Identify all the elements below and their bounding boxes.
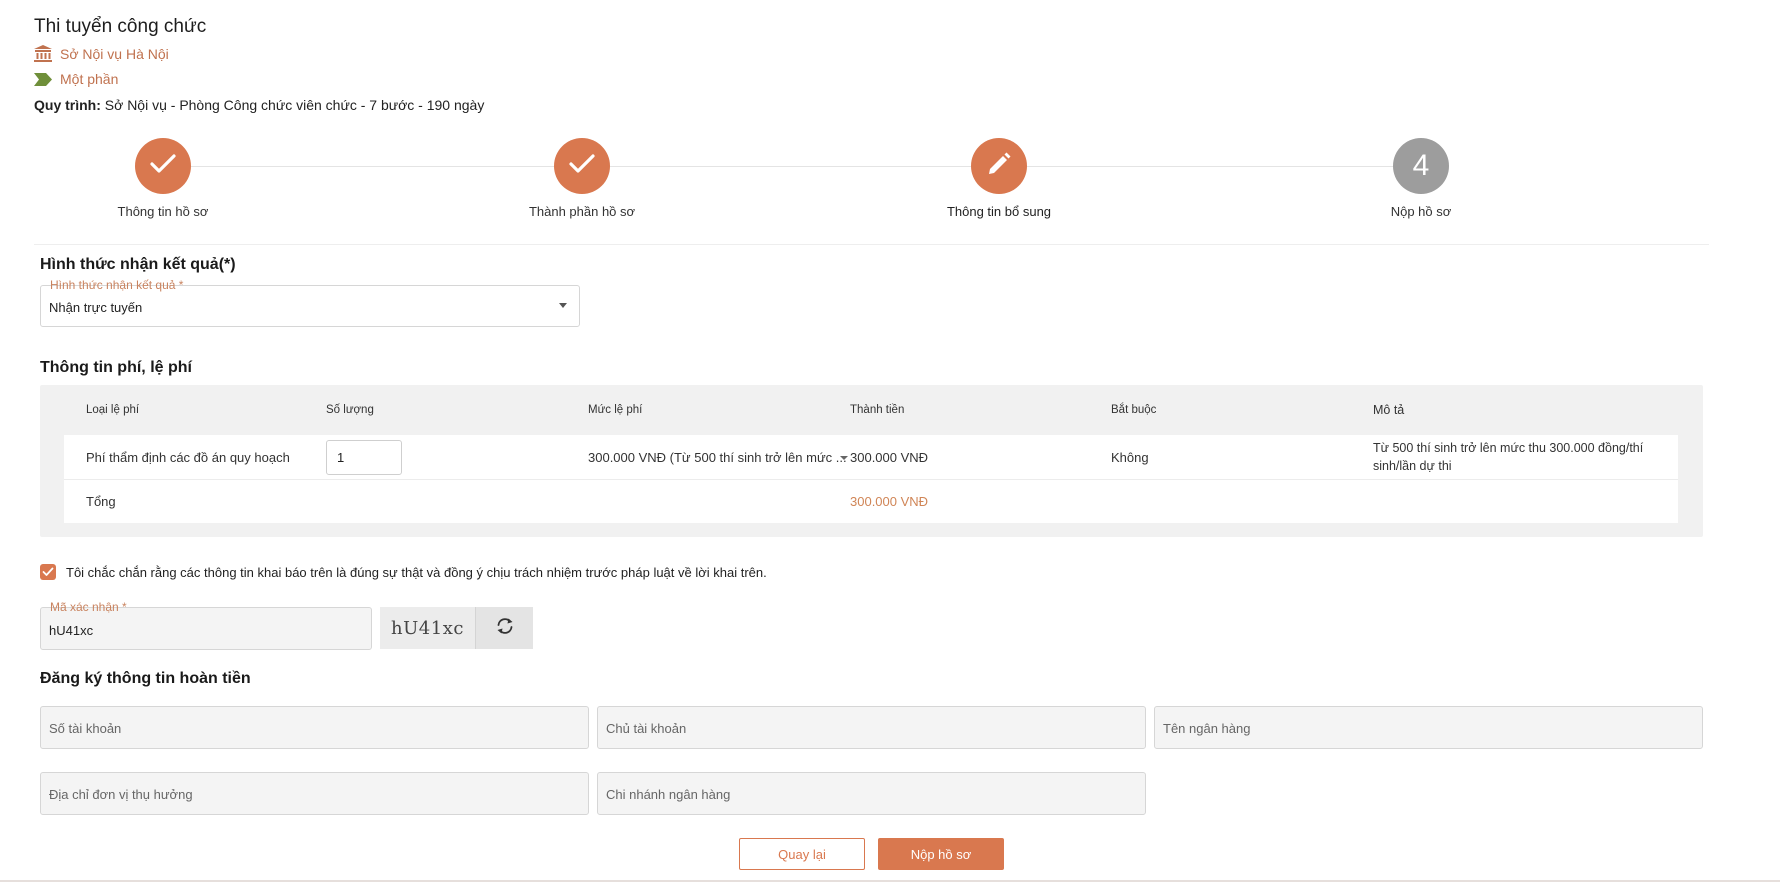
table-row-total: Tổng 300.000 VNĐ <box>64 480 1678 523</box>
total-label: Tổng <box>86 494 116 509</box>
check-icon <box>150 153 176 179</box>
captcha-refresh-button[interactable] <box>475 607 533 649</box>
bank-name-placeholder: Tên ngân hàng <box>1163 721 1251 736</box>
column-header: Bắt buộc <box>1111 404 1157 416</box>
result-method-label: Hình thức nhận kết quả * <box>50 278 184 292</box>
process-label: Quy trình: <box>34 97 101 113</box>
confirmation-text: Tôi chắc chắn rằng các thông tin khai bá… <box>66 564 767 580</box>
step-3[interactable]: Thông tin bổ sung <box>884 138 1114 219</box>
bank-branch-input[interactable]: Chi nhánh ngân hàng <box>597 772 1146 815</box>
step-4-circle: 4 <box>1393 138 1449 194</box>
fee-table: Loại lệ phí Số lượng Mức lệ phí Thành ti… <box>64 385 1678 523</box>
captcha-image: hU41xc <box>380 607 475 649</box>
result-method-select[interactable]: Hình thức nhận kết quả * Nhận trực tuyến <box>40 278 580 327</box>
progress-stepper: Thông tin hồ sơ Thành phần hồ sơ Thông t… <box>34 138 1709 228</box>
fee-rate: 300.000 VNĐ (Từ 500 thí sinh trở lên mức… <box>588 449 847 465</box>
step-1-label: Thông tin hồ sơ <box>117 204 209 219</box>
quantity-input[interactable] <box>326 439 402 475</box>
fee-amount: 300.000 VNĐ <box>850 449 929 465</box>
submit-button[interactable]: Nộp hồ sơ <box>878 838 1004 870</box>
service-level: Một phần <box>60 71 119 87</box>
total-amount: 300.000 VNĐ <box>850 494 929 509</box>
result-method-value: Nhận trực tuyến <box>49 300 143 315</box>
chevron-down-icon <box>840 455 848 460</box>
step-4[interactable]: 4 Nộp hồ sơ <box>1306 138 1536 219</box>
beneficiary-address-placeholder: Địa chỉ đơn vị thụ hưởng <box>49 787 193 802</box>
captcha-value: hU41xc <box>49 623 94 638</box>
account-number-placeholder: Số tài khoản <box>49 721 122 736</box>
agency-name: Sở Nội vụ Hà Nội <box>60 45 169 62</box>
table-row: Phí thẩm định các đồ án quy hoạch 300.00… <box>64 435 1678 480</box>
step-1[interactable]: Thông tin hồ sơ <box>48 138 278 219</box>
step-3-label: Thông tin bổ sung <box>946 204 1052 219</box>
column-header: Mô tả <box>1373 403 1405 417</box>
agency-row: Sở Nội vụ Hà Nội <box>34 45 169 62</box>
captcha-label: Mã xác nhận * <box>50 600 127 614</box>
institution-icon <box>34 45 52 62</box>
service-level-row: Một phần <box>34 71 118 87</box>
back-button[interactable]: Quay lại <box>739 838 865 870</box>
fee-table-header: Loại lệ phí Số lượng Mức lệ phí Thành ti… <box>64 385 1678 435</box>
step-2[interactable]: Thành phần hồ sơ <box>467 138 697 219</box>
quantity-cell <box>326 439 588 475</box>
chevron-down-icon <box>559 303 567 308</box>
column-header: Số lượng <box>326 404 374 416</box>
account-holder-input[interactable]: Chủ tài khoản <box>597 706 1146 749</box>
step-2-circle <box>554 138 610 194</box>
step-1-circle <box>135 138 191 194</box>
process-value: Sở Nội vụ - Phòng Công chức viên chức - … <box>100 97 485 113</box>
column-header: Loại lệ phí <box>86 404 140 416</box>
refresh-icon <box>495 617 515 640</box>
process-info: Quy trình: Sở Nội vụ - Phòng Công chức v… <box>34 97 484 113</box>
step-2-label: Thành phần hồ sơ <box>528 204 636 219</box>
fee-rate-select[interactable]: 300.000 VNĐ (Từ 500 thí sinh trở lên mức… <box>588 450 850 465</box>
stepper-line <box>163 166 1421 167</box>
captcha-input[interactable]: Mã xác nhận * hU41xc <box>40 600 372 650</box>
pencil-icon <box>986 151 1012 182</box>
check-icon <box>569 153 595 179</box>
column-header: Mức lệ phí <box>588 404 643 416</box>
beneficiary-address-input[interactable]: Địa chỉ đơn vị thụ hưởng <box>40 772 589 815</box>
refund-section-title: Đăng ký thông tin hoàn tiền <box>40 670 251 687</box>
tag-arrow-icon <box>34 72 52 86</box>
fee-table-panel: Loại lệ phí Số lượng Mức lệ phí Thành ti… <box>40 385 1703 537</box>
fee-description: Từ 500 thí sinh trở lên mức thu 300.000 … <box>1373 441 1644 473</box>
step-3-circle <box>971 138 1027 194</box>
column-header: Thành tiền <box>850 404 905 416</box>
step-4-label: Nộp hồ sơ <box>1390 204 1452 219</box>
account-holder-placeholder: Chủ tài khoản <box>606 721 687 736</box>
confirmation-row: Tôi chắc chắn rằng các thông tin khai bá… <box>40 564 767 580</box>
account-number-input[interactable]: Số tài khoản <box>40 706 589 749</box>
bank-branch-placeholder: Chi nhánh ngân hàng <box>606 787 731 802</box>
confirmation-checkbox[interactable] <box>40 564 56 580</box>
fee-type: Phí thẩm định các đồ án quy hoạch <box>86 449 290 465</box>
divider <box>34 244 1709 245</box>
result-method-title: Hình thức nhận kết quả(*) <box>40 256 236 273</box>
page-title: Thi tuyển công chức <box>34 16 207 37</box>
bank-name-input[interactable]: Tên ngân hàng <box>1154 706 1703 749</box>
fee-required: Không <box>1111 449 1149 465</box>
fee-section-title: Thông tin phí, lệ phí <box>40 359 192 376</box>
